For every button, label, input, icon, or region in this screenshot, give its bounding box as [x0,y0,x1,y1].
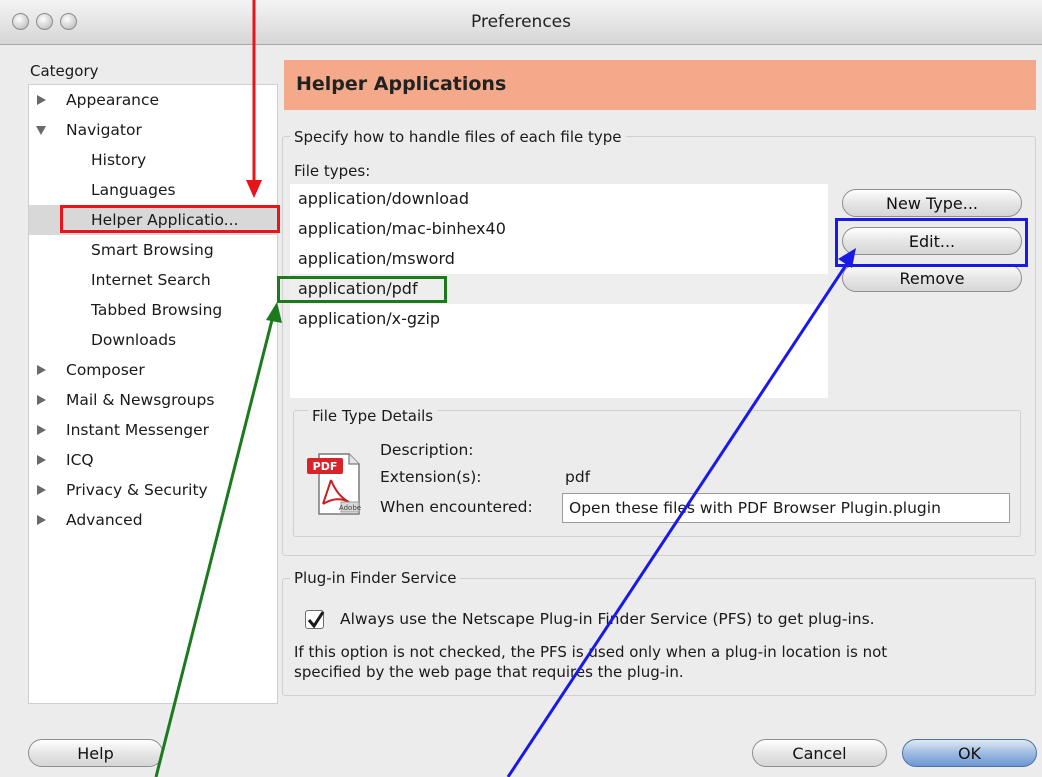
annotation-arrows [154,0,856,777]
red-arrow-head-icon [246,180,262,198]
blue-arrow-line [506,261,850,777]
green-arrow-head-icon [266,302,282,323]
green-arrow-line [154,315,275,777]
